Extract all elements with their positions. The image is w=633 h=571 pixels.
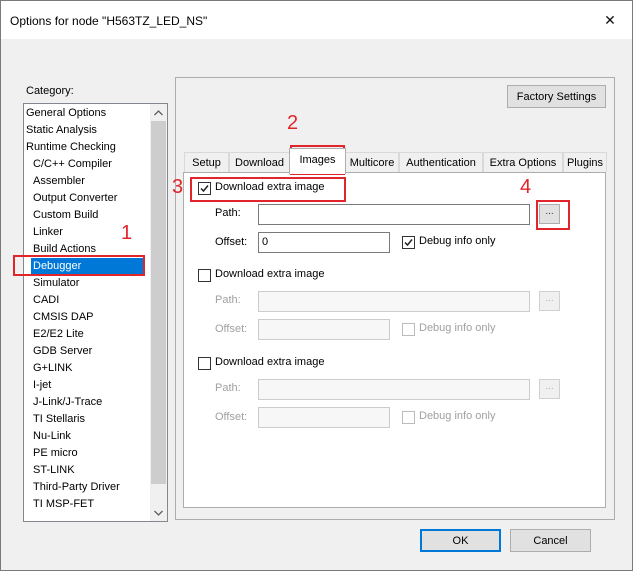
category-item[interactable]: PE micro xyxy=(33,445,78,462)
debug-info-only-checkbox[interactable] xyxy=(402,236,415,249)
path-input[interactable] xyxy=(258,204,530,225)
category-item[interactable]: I-jet xyxy=(33,377,51,394)
debug-info-only-checkbox[interactable] xyxy=(402,323,415,336)
category-item[interactable]: C/C++ Compiler xyxy=(33,156,112,173)
factory-settings-label: Factory Settings xyxy=(516,90,597,103)
category-item[interactable]: CADI xyxy=(33,292,59,309)
category-item[interactable]: Assembler xyxy=(33,173,85,190)
factory-settings-button[interactable]: Factory Settings xyxy=(507,85,606,108)
category-list[interactable]: General Options Static Analysis Runtime Ch… xyxy=(23,103,168,522)
tab-authentication[interactable]: Authentication xyxy=(399,152,483,172)
path-input[interactable] xyxy=(258,379,530,400)
browse-button[interactable]: ... xyxy=(539,291,560,311)
ok-label: OK xyxy=(452,534,469,547)
category-item[interactable]: G+LINK xyxy=(33,360,72,377)
offset-label: Offset: xyxy=(215,323,248,335)
ok-button[interactable]: OK xyxy=(420,529,501,552)
highlight-download-checkbox xyxy=(190,177,346,202)
category-item[interactable]: CMSIS DAP xyxy=(33,309,94,326)
category-item[interactable]: Linker xyxy=(33,224,63,241)
tab-images[interactable]: Images xyxy=(289,148,346,174)
annotation-number-3: 3 xyxy=(172,176,184,198)
category-item[interactable]: Output Converter xyxy=(33,190,117,207)
tab-setup[interactable]: Setup xyxy=(184,152,229,172)
path-label: Path: xyxy=(215,382,241,394)
category-item[interactable]: J-Link/J-Trace xyxy=(33,394,102,411)
category-scrollbar[interactable] xyxy=(150,104,167,521)
download-extra-image-checkbox[interactable] xyxy=(198,357,211,370)
annotation-number-1: 1 xyxy=(121,222,133,244)
path-input[interactable] xyxy=(258,291,530,312)
tab-plugins[interactable]: Plugins xyxy=(563,152,607,172)
highlight-debugger xyxy=(13,255,145,276)
annotation-number-2: 2 xyxy=(287,112,299,134)
download-extra-image-label: Download extra image xyxy=(215,268,325,280)
category-item[interactable]: ST-LINK xyxy=(33,462,75,479)
close-button[interactable]: ✕ xyxy=(588,1,632,39)
checkmark-icon xyxy=(404,239,413,247)
category-item[interactable]: Static Analysis xyxy=(26,122,97,139)
category-item[interactable]: Nu-Link xyxy=(33,428,71,445)
title-bar: Options for node "H563TZ_LED_NS" ✕ xyxy=(1,1,632,39)
close-icon: ✕ xyxy=(604,11,616,28)
offset-input[interactable]: 0 xyxy=(258,232,390,253)
tab-extra-options[interactable]: Extra Options xyxy=(483,152,563,172)
offset-label: Offset: xyxy=(215,411,248,423)
offset-input[interactable] xyxy=(258,407,390,428)
category-label: Category: xyxy=(26,85,74,97)
browse-button[interactable]: ... xyxy=(539,379,560,399)
highlight-browse-button xyxy=(536,200,570,230)
category-item[interactable]: Simulator xyxy=(33,275,79,292)
tab-multicore[interactable]: Multicore xyxy=(345,152,399,172)
chevron-down-icon xyxy=(154,510,163,516)
offset-label: Offset: xyxy=(215,236,248,248)
debug-info-only-checkbox[interactable] xyxy=(402,411,415,424)
annotation-number-4: 4 xyxy=(520,176,532,198)
category-item[interactable]: Runtime Checking xyxy=(26,139,116,156)
scroll-thumb[interactable] xyxy=(151,121,166,484)
debug-info-only-label: Debug info only xyxy=(419,322,496,334)
path-label: Path: xyxy=(215,294,241,306)
download-extra-image-label: Download extra image xyxy=(215,356,325,368)
offset-input[interactable] xyxy=(258,319,390,340)
scroll-down-button[interactable] xyxy=(150,504,167,521)
chevron-up-icon xyxy=(154,109,163,115)
download-extra-image-checkbox[interactable] xyxy=(198,269,211,282)
category-item[interactable]: TI MSP-FET xyxy=(33,496,94,513)
path-label: Path: xyxy=(215,207,241,219)
cancel-label: Cancel xyxy=(533,534,568,547)
debug-info-only-label: Debug info only xyxy=(419,410,496,422)
tab-download[interactable]: Download xyxy=(229,152,290,172)
category-item[interactable]: E2/E2 Lite xyxy=(33,326,84,343)
debug-info-only-label: Debug info only xyxy=(419,235,496,247)
scroll-up-button[interactable] xyxy=(150,104,167,121)
category-item[interactable]: Third-Party Driver xyxy=(33,479,120,496)
category-item[interactable]: GDB Server xyxy=(33,343,92,360)
window-title: Options for node "H563TZ_LED_NS" xyxy=(10,14,208,28)
category-item[interactable]: Custom Build xyxy=(33,207,98,224)
category-item[interactable]: General Options xyxy=(26,105,106,122)
cancel-button[interactable]: Cancel xyxy=(510,529,591,552)
category-item[interactable]: TI Stellaris xyxy=(33,411,85,428)
